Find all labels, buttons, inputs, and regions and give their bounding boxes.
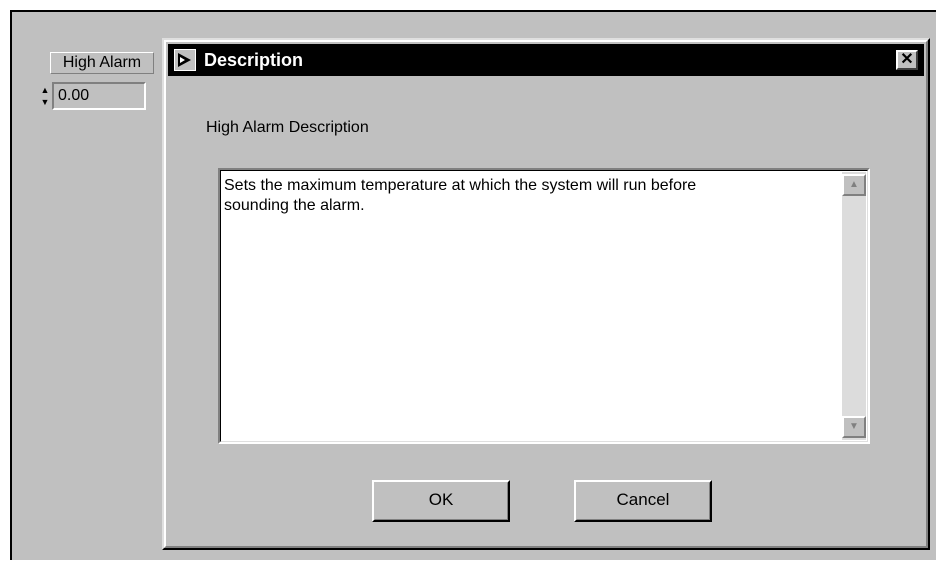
close-icon[interactable]: ✕	[896, 50, 918, 70]
ok-button[interactable]: OK	[372, 480, 510, 522]
numeric-value-field[interactable]: 0.00	[52, 82, 146, 110]
control-label: High Alarm	[50, 52, 154, 74]
description-heading: High Alarm Description	[206, 119, 369, 136]
up-arrow-icon[interactable]: ▲	[40, 84, 50, 96]
cancel-button[interactable]: Cancel	[574, 480, 712, 522]
numeric-stepper[interactable]: ▲ ▼	[40, 84, 50, 108]
scroll-down-icon[interactable]: ▼	[842, 416, 866, 438]
dialog-titlebar[interactable]: Description ✕	[168, 44, 924, 76]
scroll-up-icon[interactable]: ▲	[842, 174, 866, 196]
vertical-scrollbar[interactable]: ▲ ▼	[842, 172, 866, 440]
description-text[interactable]: Sets the maximum temperature at which th…	[224, 176, 824, 216]
description-dialog: Description ✕ High Alarm Description Set…	[162, 38, 930, 550]
dialog-title: Description	[204, 50, 304, 70]
description-textarea[interactable]: Sets the maximum temperature at which th…	[218, 168, 870, 444]
down-arrow-icon[interactable]: ▼	[40, 96, 50, 108]
labview-vi-icon	[174, 49, 196, 71]
